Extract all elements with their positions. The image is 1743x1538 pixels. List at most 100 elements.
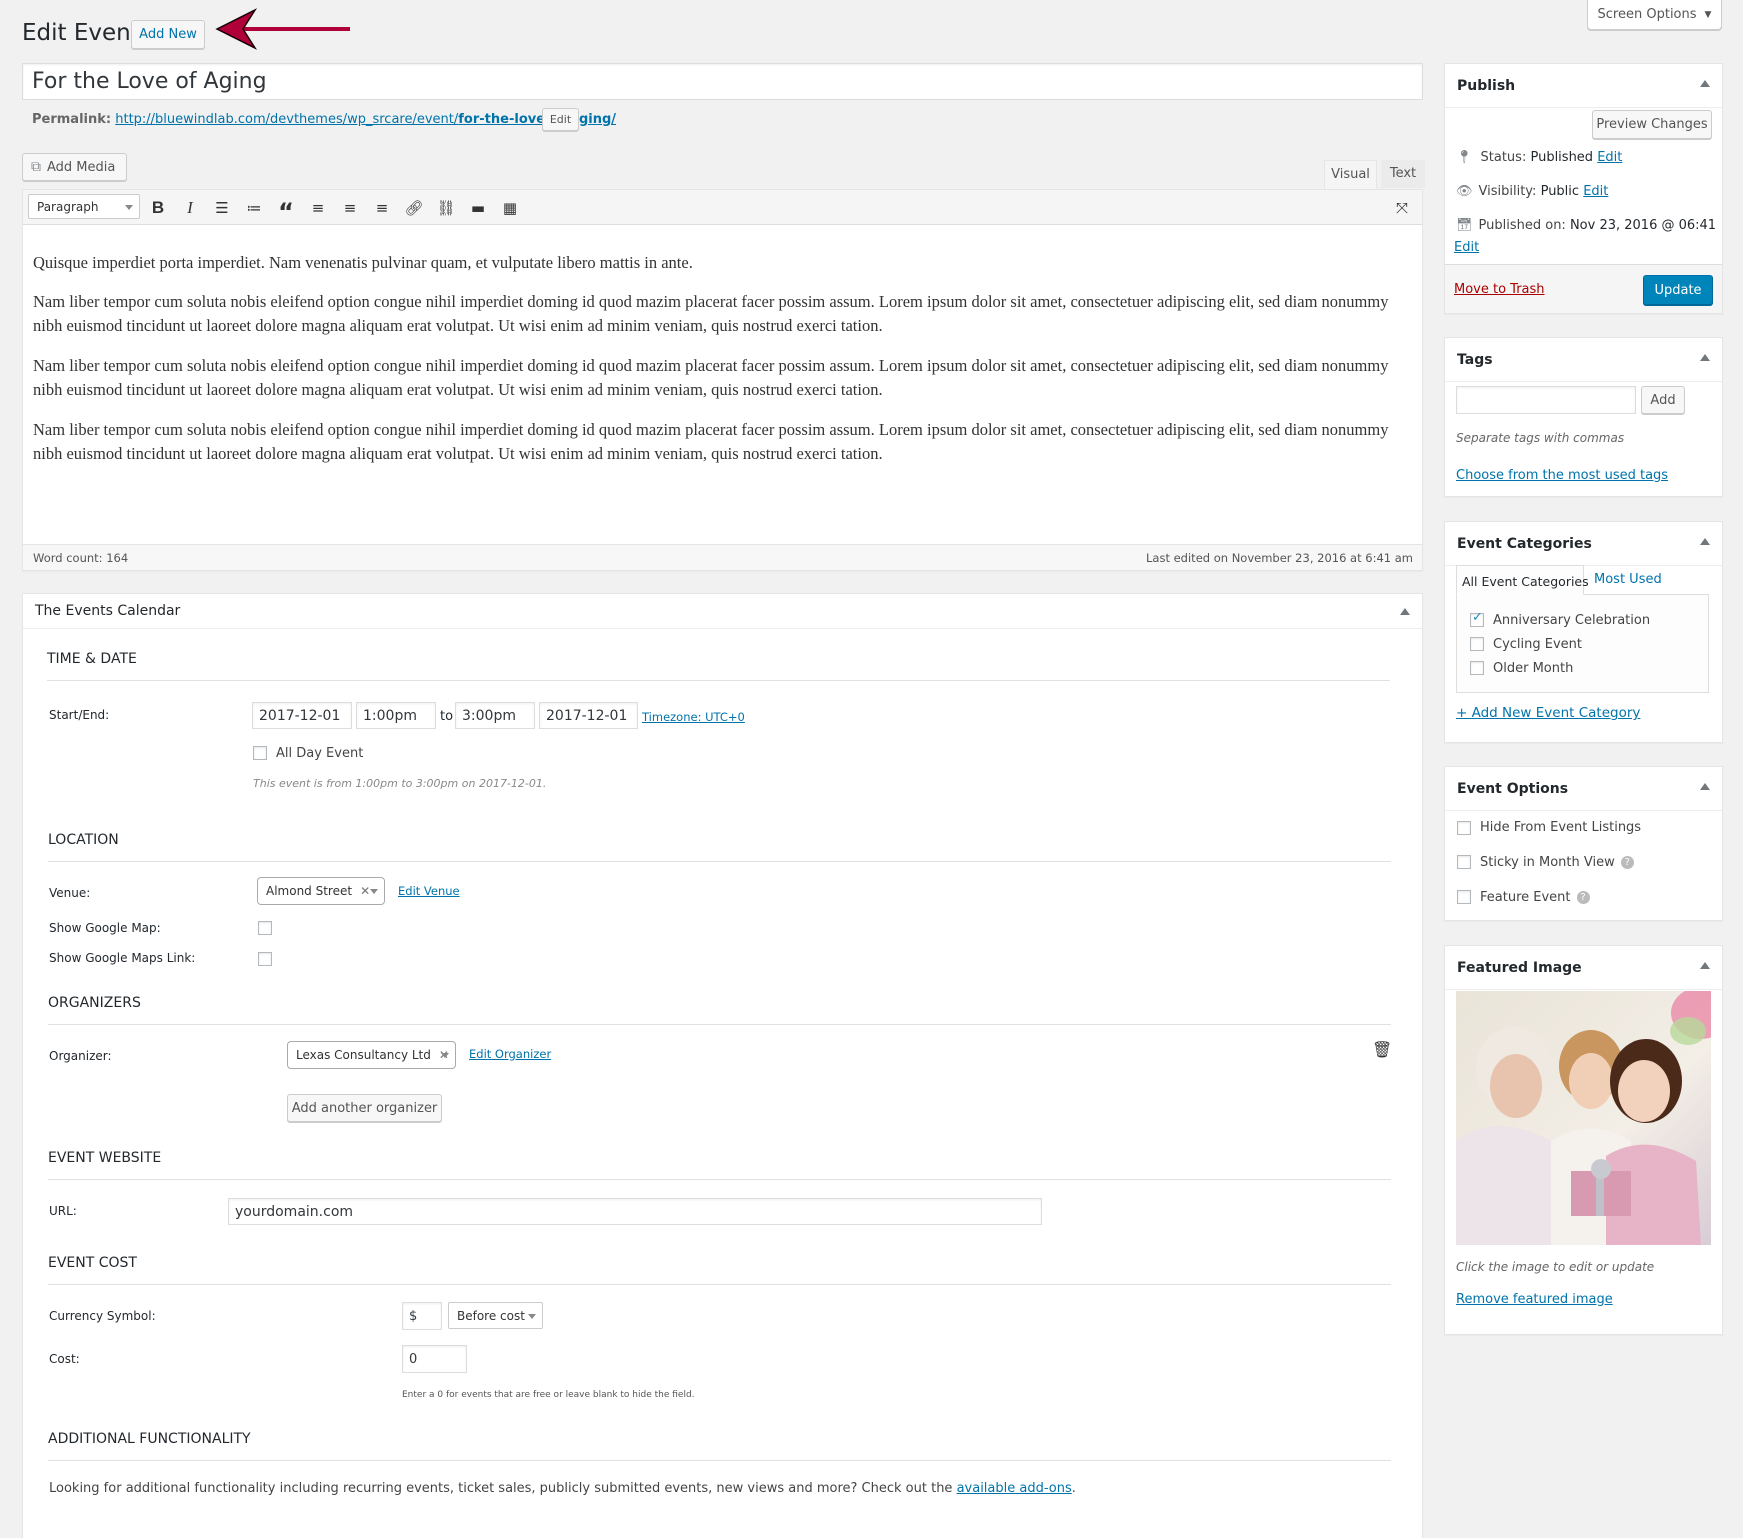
add-organizer-button[interactable]: Add another organizer [287, 1094, 442, 1122]
status-edit-link[interactable]: Edit [1597, 150, 1622, 165]
tags-hint: Separate tags with commas [1456, 431, 1625, 445]
end-date-input[interactable]: 2017-12-01 [539, 702, 638, 729]
hide-from-listings-checkbox[interactable] [1457, 821, 1471, 835]
url-input[interactable]: yourdomain.com [228, 1198, 1042, 1225]
remove-link-icon[interactable]: ⛓︎ [434, 196, 458, 220]
hide-from-listings-label: Hide From Event Listings [1480, 820, 1642, 835]
start-end-label: Start/End: [49, 708, 110, 722]
category-checkbox[interactable] [1470, 637, 1484, 651]
media-icon: ⧉ [31, 159, 41, 175]
publish-title: Publish [1445, 64, 1722, 108]
permalink-label: Permalink: [32, 112, 112, 127]
align-right-icon[interactable]: ≡ [370, 196, 394, 220]
permalink-edit-button[interactable]: Edit [542, 108, 579, 131]
align-center-icon[interactable]: ≡ [338, 196, 362, 220]
location-heading: LOCATION [48, 832, 1391, 862]
start-time-input[interactable]: 1:00pm [356, 702, 436, 729]
read-more-icon[interactable]: ▬ [466, 196, 490, 220]
choose-tags-link[interactable]: Choose from the most used tags [1456, 468, 1668, 483]
screen-options-label: Screen Options [1597, 7, 1697, 22]
collapse-icon[interactable] [1700, 80, 1710, 87]
start-date-input[interactable]: 2017-12-01 [252, 702, 352, 729]
collapse-icon[interactable] [1700, 354, 1710, 361]
organizer-select[interactable]: Lexas Consultancy Ltd ✕ [287, 1041, 456, 1069]
clear-icon[interactable]: ✕ [360, 884, 370, 898]
collapse-icon[interactable] [1700, 962, 1710, 969]
help-icon[interactable]: ? [1576, 891, 1590, 904]
last-edited: Last edited on November 23, 2016 at 6:41… [1146, 551, 1413, 565]
update-button[interactable]: Update [1643, 275, 1713, 305]
collapse-icon[interactable] [1700, 538, 1710, 545]
featured-image-photo[interactable] [1456, 991, 1711, 1245]
timezone-link[interactable]: Timezone: UTC+0 [642, 710, 745, 724]
currency-label: Currency Symbol: [49, 1309, 156, 1323]
collapse-icon[interactable] [1700, 783, 1710, 790]
add-tag-button[interactable]: Add [1641, 386, 1685, 414]
featured-image-title: Featured Image [1445, 946, 1722, 990]
tags-title: Tags [1445, 338, 1722, 382]
edit-venue-link[interactable]: Edit Venue [398, 884, 460, 898]
tags-input[interactable] [1456, 386, 1636, 414]
add-media-button[interactable]: ⧉ Add Media [22, 153, 127, 181]
numbered-list-icon[interactable]: ≔ [242, 196, 266, 220]
collapse-icon[interactable] [1400, 608, 1410, 615]
trash-icon[interactable]: 🗑︎ [1372, 1040, 1392, 1059]
available-addons-link[interactable]: available add-ons [957, 1481, 1072, 1496]
event-options-title: Event Options [1445, 767, 1722, 811]
bold-icon[interactable]: B [146, 196, 170, 220]
visibility-row: 👁︎ Visibility: Public Edit [1456, 184, 1609, 199]
move-to-trash-link[interactable]: Move to Trash [1454, 282, 1545, 297]
edit-organizer-link[interactable]: Edit Organizer [469, 1047, 551, 1061]
tab-most-used[interactable]: Most Used [1594, 572, 1662, 587]
toolbar-toggle-icon[interactable]: ▦ [498, 196, 522, 220]
visibility-edit-link[interactable]: Edit [1583, 184, 1608, 199]
show-map-checkbox[interactable] [258, 921, 272, 935]
permalink-row: Permalink: http://bluewindlab.com/devthe… [32, 112, 616, 127]
category-label: Cycling Event [1493, 637, 1583, 652]
add-new-button[interactable]: Add New [131, 20, 205, 49]
remove-featured-image-link[interactable]: Remove featured image [1456, 1292, 1613, 1307]
event-cost-heading: EVENT COST [48, 1255, 1391, 1285]
feature-event-checkbox[interactable] [1457, 890, 1471, 904]
sticky-checkbox[interactable] [1457, 855, 1471, 869]
published-edit-link[interactable]: Edit [1454, 240, 1479, 255]
insert-link-icon[interactable]: 🔗︎ [402, 196, 426, 220]
status-value: Published [1530, 150, 1594, 165]
italic-icon[interactable]: I [178, 196, 202, 220]
currency-input[interactable]: $ [402, 1302, 442, 1330]
preview-changes-button[interactable]: Preview Changes [1592, 110, 1712, 139]
bullet-list-icon[interactable]: ☰ [210, 196, 234, 220]
help-icon[interactable]: ? [1620, 856, 1634, 869]
sticky-label: Sticky in Month View? [1480, 855, 1634, 870]
category-checkbox[interactable] [1470, 610, 1484, 627]
screen-options-button[interactable]: Screen Options ▼ [1587, 0, 1722, 30]
word-count: Word count: 164 [33, 551, 129, 565]
time-date-heading: TIME & DATE [47, 651, 1390, 681]
align-left-icon[interactable]: ≡ [306, 196, 330, 220]
currency-position-select[interactable]: Before cost [448, 1302, 543, 1329]
end-time-input[interactable]: 3:00pm [455, 702, 535, 729]
all-day-checkbox[interactable] [253, 746, 267, 760]
additional-functionality-heading: ADDITIONAL FUNCTIONALITY [48, 1431, 1391, 1461]
add-category-link[interactable]: + Add New Event Category [1456, 705, 1640, 721]
caret-down-icon: ▼ [1704, 9, 1712, 20]
show-map-link-label: Show Google Maps Link: [49, 951, 196, 965]
category-checkbox[interactable] [1470, 661, 1484, 675]
page-title: Edit Event [22, 20, 140, 46]
tab-text[interactable]: Text [1381, 160, 1425, 188]
tab-visual[interactable]: Visual [1324, 160, 1377, 190]
show-map-link-checkbox[interactable] [258, 952, 272, 966]
feature-event-label: Feature Event? [1480, 890, 1590, 905]
all-day-label: All Day Event [276, 746, 364, 761]
permalink-link[interactable]: http://bluewindlab.com/devthemes/wp_srca… [115, 112, 616, 127]
tab-all-categories[interactable]: All Event Categories [1456, 565, 1589, 595]
format-select[interactable]: Paragraph [28, 194, 140, 219]
blockquote-icon[interactable]: “ [274, 196, 298, 226]
category-label: Older Month [1493, 661, 1574, 676]
cost-input[interactable]: 0 [402, 1345, 467, 1373]
fullscreen-icon[interactable]: ⤧ [1390, 196, 1414, 220]
featured-image-hint: Click the image to edit or update [1456, 1260, 1655, 1274]
venue-label: Venue: [49, 886, 91, 900]
post-title-input[interactable]: For the Love of Aging [22, 63, 1423, 100]
venue-select[interactable]: Almond Street ✕ [257, 877, 385, 905]
